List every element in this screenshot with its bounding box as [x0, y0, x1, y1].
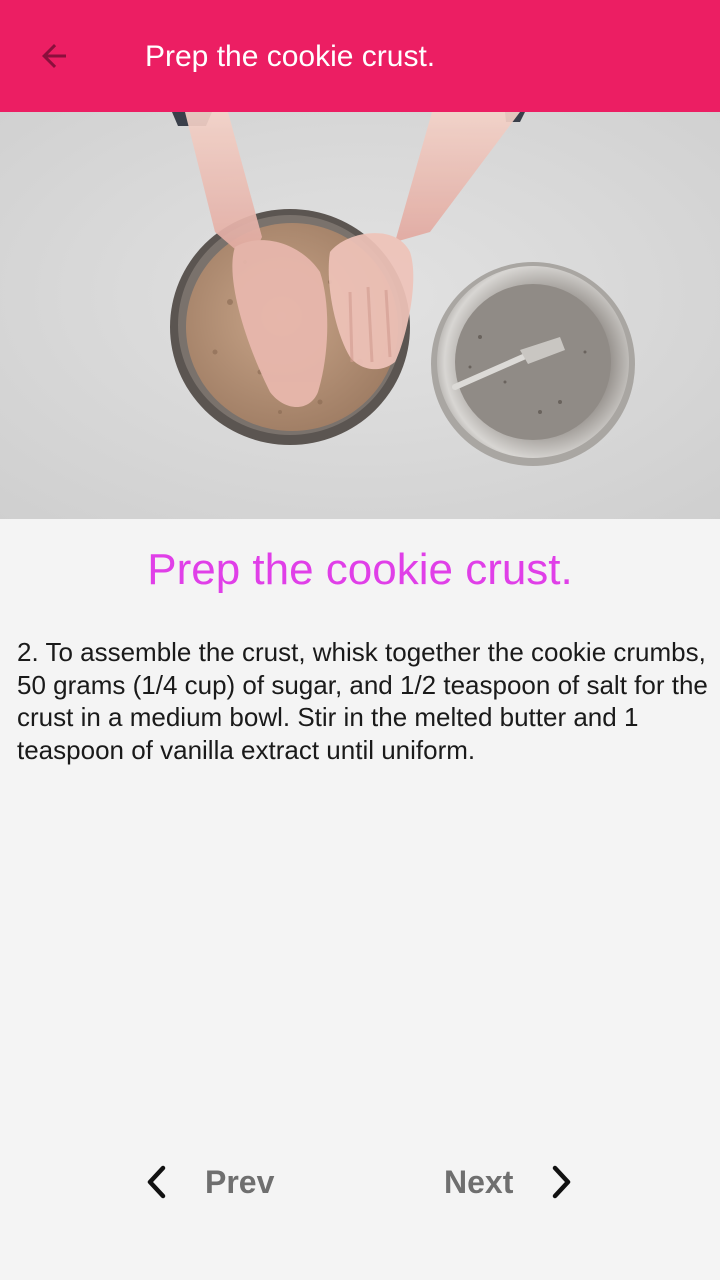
- step-video-frame[interactable]: [0, 112, 720, 519]
- prev-label: Prev: [205, 1164, 275, 1200]
- app-bar: Prep the cookie crust.: [0, 0, 720, 112]
- chevron-right-icon: [546, 1162, 578, 1202]
- next-label: Next: [444, 1164, 514, 1200]
- step-image: [0, 112, 720, 519]
- next-button[interactable]: Next: [444, 1150, 578, 1214]
- back-button[interactable]: [22, 24, 86, 88]
- app-bar-title: Prep the cookie crust.: [145, 40, 436, 73]
- arrow-back-icon: [42, 44, 66, 68]
- chevron-left-icon: [140, 1162, 172, 1202]
- prev-button[interactable]: Prev: [140, 1150, 274, 1214]
- step-title: Prep the cookie crust.: [147, 545, 573, 594]
- recipe-step-screen: Prep the cookie crust. Prep the cookie c…: [0, 0, 720, 1280]
- step-description: 2. To assemble the crust, whisk together…: [17, 637, 708, 765]
